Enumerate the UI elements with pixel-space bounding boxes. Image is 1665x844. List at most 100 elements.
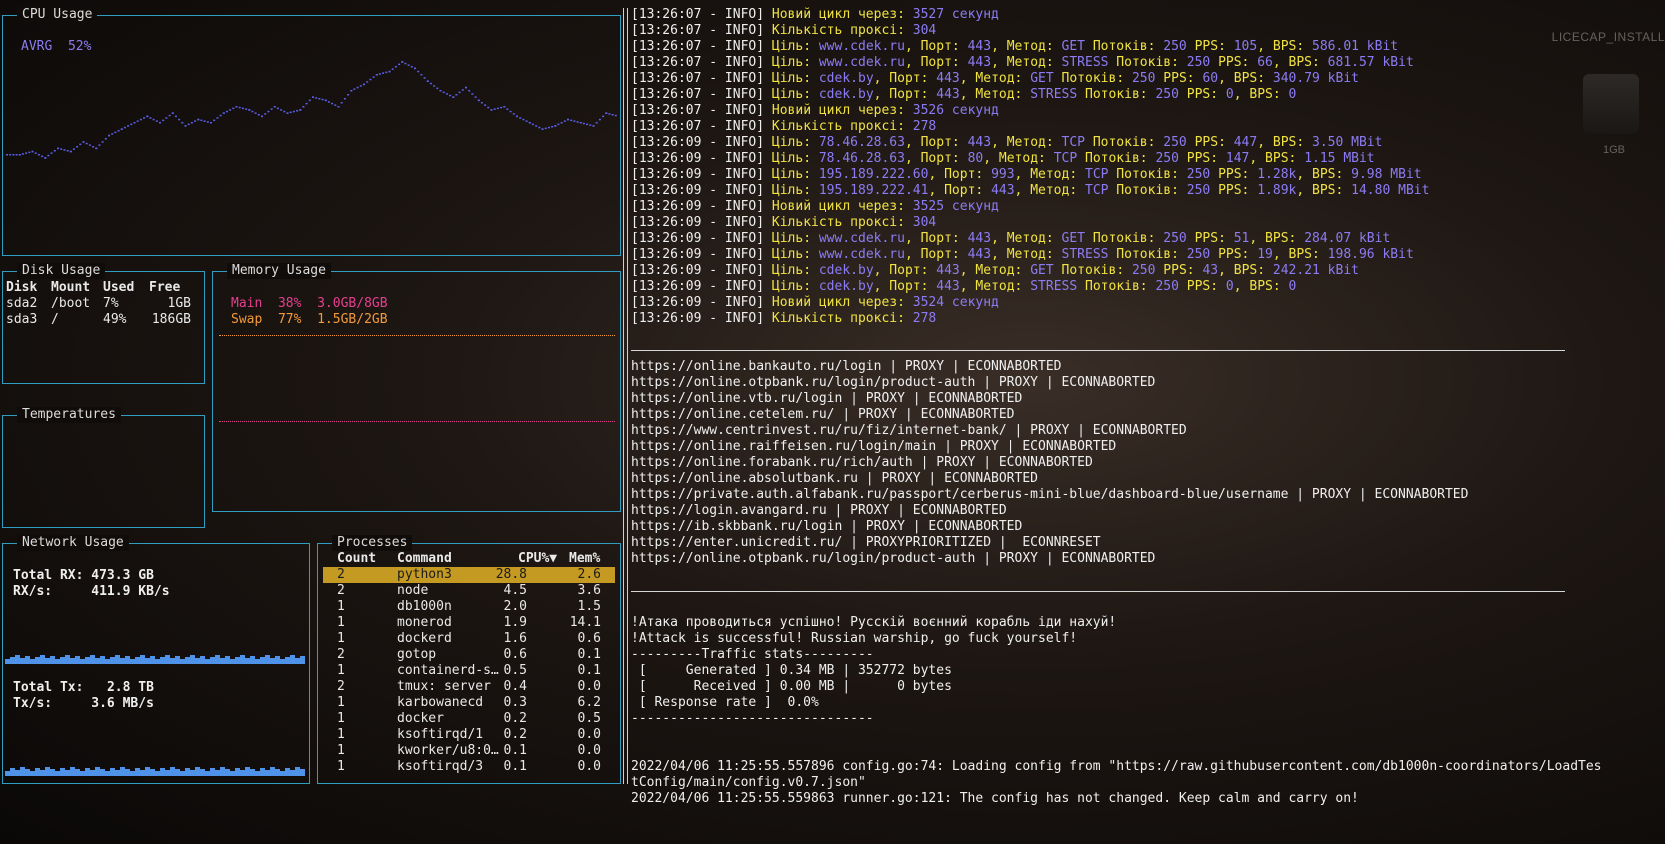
rx-rate-label: RX/s: [13, 584, 53, 599]
network-bar [30, 771, 35, 776]
log-value: 3527 секунд [912, 7, 999, 22]
cpu-graph-point [143, 117, 146, 119]
network-panel: Network Usage Total RX: 473.3 GB RX/s: 4… [2, 535, 310, 784]
process-row[interactable]: 2 node 4.5 3.6 [323, 583, 615, 599]
network-bar [300, 769, 305, 776]
process-row[interactable]: 1 ksoftirqd/1 0.2 0.0 [323, 727, 615, 743]
process-row[interactable]: 2 tmux: server 0.4 0.0 [323, 679, 615, 695]
cpu-graph-point [535, 125, 538, 127]
cpu-graph-point [264, 113, 267, 115]
network-bar [60, 768, 65, 776]
process-header-0[interactable]: Count [337, 551, 376, 567]
log-line: [13:26:09 - INFO] Новий цикл через: 3525… [631, 199, 999, 215]
cpu-graph-point [216, 117, 219, 119]
network-bar [150, 656, 155, 664]
cpu-graph-point [547, 126, 550, 129]
process-row[interactable]: 1 docker 0.2 0.5 [323, 711, 615, 727]
network-bar [100, 656, 105, 664]
cpu-graph-point [181, 122, 184, 124]
network-bar [70, 767, 75, 776]
log-label: , Метод: [991, 39, 1062, 54]
log-port: 443 [967, 135, 992, 150]
log-space [764, 55, 772, 70]
cpu-graph-point [589, 124, 592, 126]
process-cell: 2 [337, 647, 345, 662]
process-cell: monerod [397, 615, 452, 630]
cpu-graph-point [433, 85, 436, 87]
cpu-graph-point [280, 109, 283, 111]
network-bar [230, 771, 235, 776]
url-status-line: https://online.bankauto.ru/login | PROXY… [631, 359, 1062, 374]
log-label: Ціль: [771, 87, 819, 102]
network-bar [20, 767, 25, 776]
network-bar [155, 659, 160, 664]
network-bar [280, 771, 285, 776]
process-row[interactable]: 1 kworker/u8:0… 0.1 0.0 [323, 743, 615, 759]
url-status-line: https://online.cetelem.ru/ | PROXY | ECO… [631, 407, 1015, 422]
process-row[interactable]: 1 monerod 1.9 14.1 [323, 615, 615, 631]
process-row[interactable]: 1 db1000n 2.0 1.5 [323, 599, 615, 615]
log-method: STRESS [1030, 279, 1078, 294]
network-bar [95, 767, 100, 776]
network-bar [195, 767, 200, 776]
disk-cell: sda3 [6, 312, 38, 327]
log-bps: 681.57 kBit [1327, 55, 1414, 70]
process-row[interactable]: 1 containerd-s… 0.5 0.1 [323, 663, 615, 679]
log-line: [13:26:07 - INFO] Ціль: www.cdek.ru, Пор… [631, 55, 1414, 71]
cpu-graph-point [168, 114, 171, 117]
log-timestamp: [13:26:07 - INFO] [631, 55, 765, 70]
network-bar [265, 770, 270, 776]
network-bar [135, 768, 140, 776]
cpu-graph-point [337, 106, 340, 108]
process-header-2[interactable]: CPU%▼ [518, 551, 557, 567]
network-bar [160, 768, 165, 776]
cpu-graph-point [95, 147, 98, 150]
url-status-line: https://enter.unicredit.ru/ | PROXYPRIOR… [631, 535, 1101, 550]
disk-cell: / [51, 312, 59, 327]
process-row[interactable]: 2 gotop 0.6 0.1 [323, 647, 615, 663]
log-label: , Порт: [904, 151, 968, 166]
log-pps: 66 [1257, 55, 1273, 70]
cpu-graph-point [324, 99, 327, 102]
log-label: Новий цикл через: [771, 103, 913, 118]
disk-cell: 1GB [167, 296, 191, 311]
process-cell: 2 [337, 679, 345, 694]
cpu-graph-point [273, 106, 276, 108]
network-bar [40, 770, 45, 776]
network-bar [300, 656, 305, 664]
network-bar [75, 656, 80, 664]
cpu-graph-point [146, 115, 149, 118]
process-header-1[interactable]: Command [397, 551, 452, 567]
log-pps: 105 [1233, 39, 1258, 54]
cpu-graph-point [21, 153, 24, 155]
log-timestamp: [13:26:07 - INFO] [631, 87, 765, 102]
process-cell: 2 [337, 567, 345, 582]
cpu-graph-point [551, 126, 554, 128]
network-bar [185, 768, 190, 776]
cpu-graph-point [200, 119, 203, 122]
log-label: , BPS: [1218, 263, 1273, 278]
log-label: Ціль: [771, 167, 819, 182]
cpu-graph-point [28, 151, 31, 154]
cpu-graph-point [305, 102, 308, 105]
process-table-header[interactable]: Count Command CPU%▼ Mem% [323, 551, 615, 567]
log-target: www.cdek.ru [818, 231, 905, 246]
log-space [764, 215, 772, 230]
network-bar [160, 657, 165, 664]
process-row[interactable]: 1 dockerd 1.6 0.6 [323, 631, 615, 647]
network-bar [235, 657, 240, 664]
cpu-graph-point [283, 110, 286, 113]
process-cell: 1 [337, 631, 345, 646]
process-row[interactable]: 2 python3 28.8 2.6 [323, 567, 615, 583]
disk-image-icon[interactable] [1583, 74, 1639, 134]
log-label: , BPS: [1272, 55, 1328, 70]
output-line: [ Response rate ] 0.0% [631, 695, 819, 710]
cpu-graph-point [442, 91, 445, 94]
process-header-3[interactable]: Mem% [569, 551, 600, 567]
tx-sparkline [5, 767, 305, 776]
process-row[interactable]: 1 karbowanecd 0.3 6.2 [323, 695, 615, 711]
log-threads: 250 [1186, 247, 1211, 262]
network-bar [290, 655, 295, 664]
network-bar [210, 657, 215, 664]
process-row[interactable]: 1 ksoftirqd/3 0.1 0.0 [323, 759, 615, 775]
